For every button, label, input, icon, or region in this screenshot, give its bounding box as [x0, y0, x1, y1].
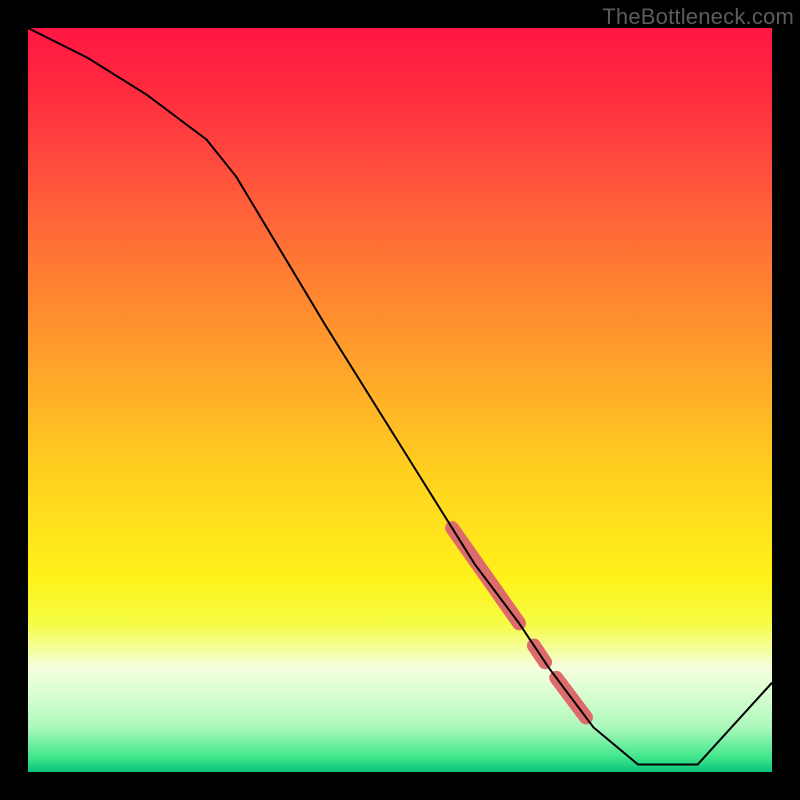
watermark-text: TheBottleneck.com: [602, 4, 794, 30]
chart-stage: TheBottleneck.com: [0, 0, 800, 800]
chart-gradient-background: [28, 28, 772, 772]
